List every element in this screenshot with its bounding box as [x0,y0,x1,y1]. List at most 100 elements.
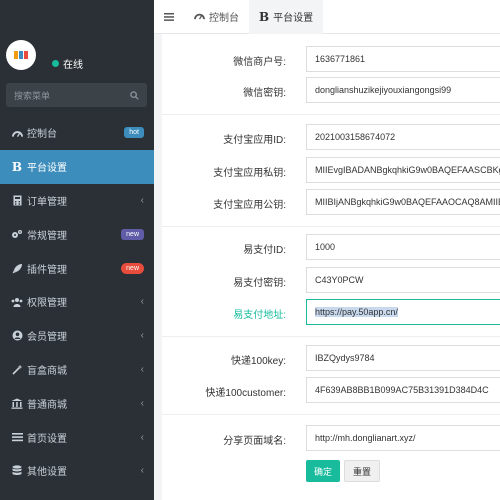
form-row-wechat-key: 微信密钥: donglianshuzikejiyouxiangongsi99 [162,77,500,103]
sidebar: 在线 搜索菜单 控制台 hot B 平台设置 订单管理 ‹ 常规管理 new 插… [0,0,154,500]
easypay-id-label: 易支付ID: [243,245,286,256]
new-badge: new [121,262,144,274]
kuaidi-key-input[interactable]: IBZQydys9784 [306,345,500,371]
wechat-merchant-input[interactable]: 1636771861 [306,46,500,72]
alipay-appid-input[interactable]: 2021003158674072 [306,124,500,150]
form-row-kuaidi-key: 快递100key: IBZQydys9784 [162,345,500,371]
tab-platform-settings[interactable]: B 平台设置 [249,0,324,34]
section-divider [162,114,500,115]
chevron-left-icon: ‹ [140,194,144,206]
settings-form: 微信商户号: 1636771861 微信密钥: donglianshuzikej… [162,34,500,500]
wechat-key-input[interactable]: donglianshuzikejiyouxiangongsi99 [306,77,500,103]
sidebar-item-orders[interactable]: 订单管理 ‹ [0,184,154,218]
share-domain-input[interactable]: http://mh.donglianart.xyz/ [306,425,500,451]
easypay-key-label: 易支付密钥: [233,278,286,289]
avatar[interactable] [6,40,36,70]
form-row-alipay-public-key: 支付宝应用公钥: MIIBIjANBgkqhkiG9w0BAQEFAAOCAQ8… [162,189,500,215]
form-row-easypay-key: 易支付密钥: C43Y0PCW [162,267,500,293]
form-row-share-domain: 分享页面域名: http://mh.donglianart.xyz/ [162,425,500,451]
share-domain-label: 分享页面域名: [223,436,286,447]
sidebar-item-label: 常规管理 [27,230,67,242]
magic-icon [11,363,23,375]
sidebar-item-label: 权限管理 [27,298,67,310]
tab-dashboard[interactable]: 控制台 [184,0,249,34]
form-row-alipay-appid: 支付宝应用ID: 2021003158674072 [162,124,500,150]
menu-toggle-icon[interactable] [154,12,184,21]
sidebar-item-label: 普通商城 [27,399,67,411]
sidebar-item-regular-mall[interactable]: 普通商城 ‹ [0,386,154,420]
sidebar-item-label: 插件管理 [27,264,67,276]
wechat-merchant-label: 微信商户号: [233,57,286,68]
section-divider [162,414,500,415]
sidebar-item-dashboard[interactable]: 控制台 hot [0,116,154,150]
user-panel: 在线 [6,40,146,72]
kuaidi-customer-label: 快递100customer: [205,388,286,399]
sidebar-item-platform-settings[interactable]: B 平台设置 [0,149,154,184]
section-divider [162,226,500,227]
menu-search-input[interactable]: 搜索菜单 [6,83,147,107]
selected-text: https://pay.50app.cn/ [315,307,398,317]
rocket-icon [11,262,23,274]
easypay-url-label: 易支付地址: [233,310,286,321]
reset-button[interactable]: 重置 [344,460,380,482]
sidebar-item-plugins[interactable]: 插件管理 new [0,251,154,285]
search-placeholder: 搜索菜单 [14,90,51,101]
online-dot-icon [52,60,59,67]
group-icon [11,296,23,308]
bank-icon [11,397,23,409]
calculator-icon [11,194,23,206]
sidebar-menu: 控制台 hot B 平台设置 订单管理 ‹ 常规管理 new 插件管理 new … [0,116,154,488]
sidebar-item-other-settings[interactable]: 其他设置 ‹ [0,454,154,488]
sidebar-item-label: 控制台 [27,129,57,141]
bold-b-icon: B [259,9,270,24]
list-icon [11,431,23,443]
cogs-icon [11,228,23,240]
alipay-private-key-label: 支付宝应用私钥: [213,168,286,179]
chevron-left-icon: ‹ [140,431,144,443]
chevron-left-icon: ‹ [140,296,144,308]
wechat-key-label: 微信密钥: [243,88,286,99]
form-row-easypay-url: 易支付地址: https://pay.50app.cn/ [162,299,500,325]
kuaidi-customer-input[interactable]: 4F639AB8BB1B099AC75B31391D384D4C [306,377,500,403]
easypay-url-input[interactable]: https://pay.50app.cn/ [306,299,500,325]
sidebar-item-home-settings[interactable]: 首页设置 ‹ [0,420,154,454]
user-circle-icon [11,330,23,342]
alipay-appid-label: 支付宝应用ID: [223,135,286,146]
online-status: 在线 [52,56,83,71]
sidebar-item-label: 首页设置 [27,433,67,445]
status-label: 在线 [63,60,83,71]
easypay-id-input[interactable]: 1000 [306,234,500,260]
form-row-wechat-merchant: 微信商户号: 1636771861 [162,46,500,72]
alipay-public-key-label: 支付宝应用公钥: [213,200,286,211]
sidebar-item-label: 其他设置 [27,467,67,479]
section-divider [162,336,500,337]
database-icon [11,465,23,477]
sidebar-item-members[interactable]: 会员管理 ‹ [0,319,154,353]
form-row-easypay-id: 易支付ID: 1000 [162,234,500,260]
hot-badge: hot [124,127,144,139]
confirm-button[interactable]: 确定 [306,460,340,482]
dashboard-icon [194,11,205,23]
chevron-left-icon: ‹ [140,363,144,375]
chevron-left-icon: ‹ [140,330,144,342]
sidebar-item-label: 订单管理 [27,196,67,208]
search-icon[interactable] [130,90,139,100]
sidebar-item-permissions[interactable]: 权限管理 ‹ [0,285,154,319]
sidebar-item-blindbox-mall[interactable]: 盲盒商城 ‹ [0,353,154,387]
dashboard-icon [11,127,23,139]
sidebar-item-general[interactable]: 常规管理 new [0,217,154,251]
alipay-private-key-input[interactable]: MIIEvgIBADANBgkqhkiG9w0BAQEFAASCBKgw [306,157,500,183]
sidebar-item-label: 盲盒商城 [27,365,67,377]
new-badge: new [121,228,144,240]
form-row-kuaidi-customer: 快递100customer: 4F639AB8BB1B099AC75B31391… [162,377,500,403]
tab-label: 控制台 [209,13,239,24]
bold-b-icon: B [11,159,23,174]
tab-label: 平台设置 [273,13,314,24]
sidebar-item-label: 会员管理 [27,332,67,344]
form-row-alipay-private-key: 支付宝应用私钥: MIIEvgIBADANBgkqhkiG9w0BAQEFAAS… [162,157,500,183]
sidebar-item-label: 平台设置 [27,163,67,175]
alipay-public-key-input[interactable]: MIIBIjANBgkqhkiG9w0BAQEFAAOCAQ8AMIIBC [306,189,500,215]
kuaidi-key-label: 快递100key: [230,356,286,367]
chevron-left-icon: ‹ [140,465,144,477]
easypay-key-input[interactable]: C43Y0PCW [306,267,500,293]
